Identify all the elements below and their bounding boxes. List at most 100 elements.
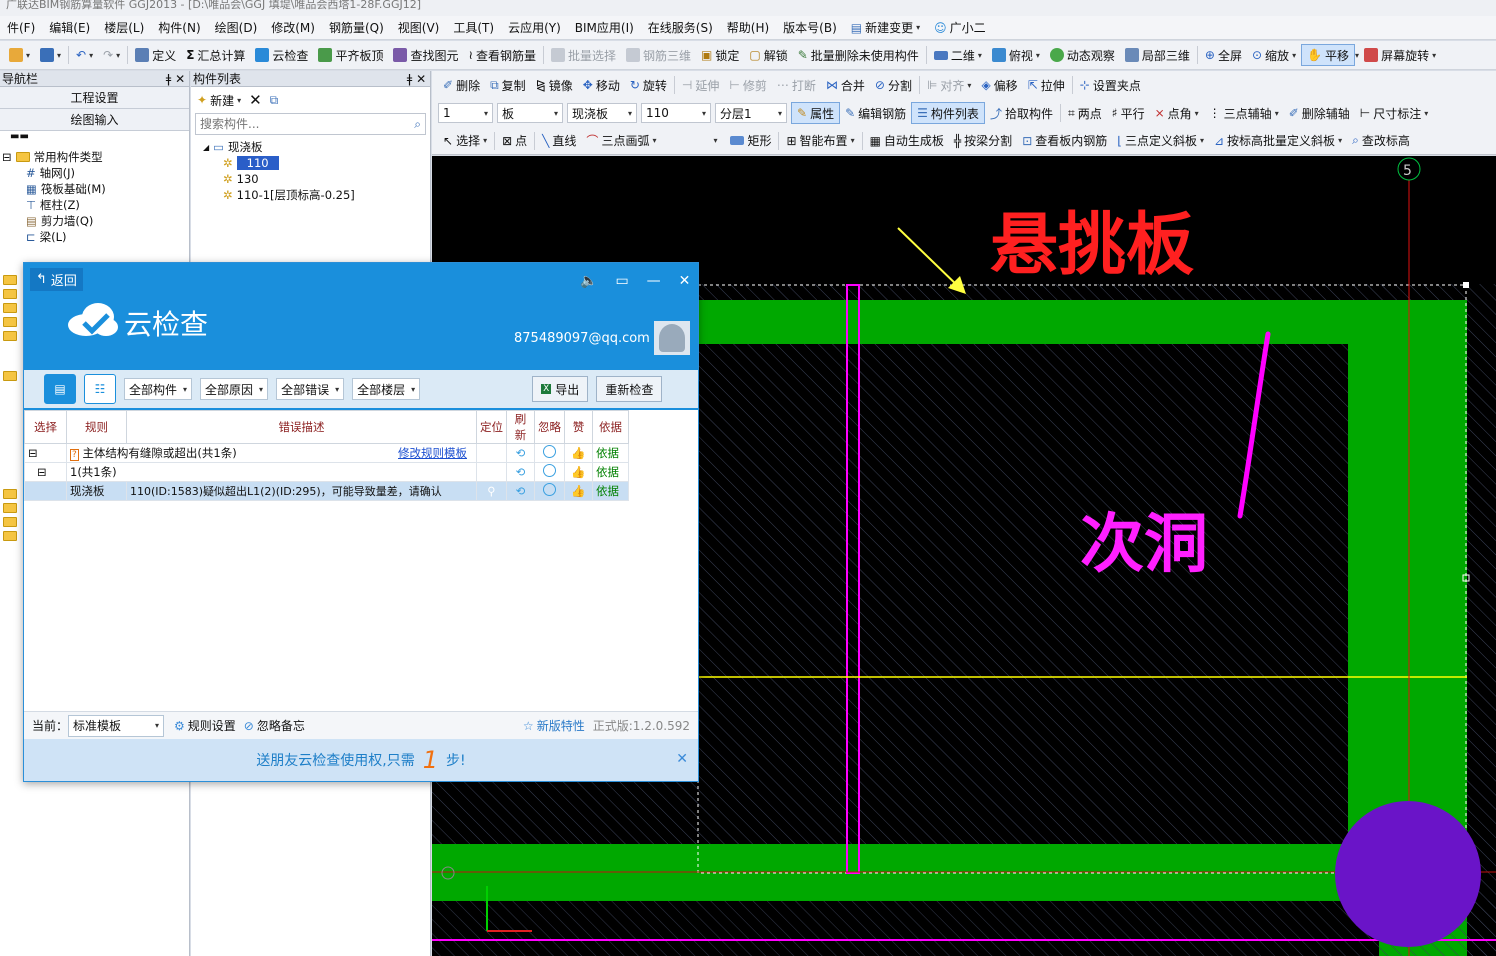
select-button[interactable]: ↖ 选择 ▾ xyxy=(438,130,492,152)
refresh-icon[interactable]: ⟲ xyxy=(506,481,535,501)
copy-icon[interactable]: ⧉ xyxy=(270,93,279,108)
menu-item[interactable]: 绘图(D) xyxy=(208,19,265,36)
promo-banner[interactable]: 送朋友云检查使用权,只需 1 步! ✕ xyxy=(24,739,698,781)
extend-button[interactable]: ⊣ 延伸 xyxy=(677,74,724,96)
basis-link[interactable]: 依据 xyxy=(592,462,629,482)
rect-button[interactable]: 矩形 xyxy=(725,130,776,152)
filter-components[interactable]: 全部构件 ▾ xyxy=(124,378,193,400)
three-point-axis-button[interactable]: ⋮ 三点辅轴 ▾ xyxy=(1204,102,1284,124)
comp-tree-root[interactable]: ◢ ▭ 现浇板 xyxy=(203,139,430,155)
menu-item[interactable]: 构件(N) xyxy=(151,19,207,36)
rules-settings-link[interactable]: 规则设置 xyxy=(188,717,236,734)
draw-mode-select[interactable]: ▾ xyxy=(661,131,721,151)
three-point-slope-button[interactable]: ⌊ 三点定义斜板 ▾ xyxy=(1112,130,1209,152)
back-button[interactable]: ↰ 返回 xyxy=(30,268,83,291)
tab-tree[interactable]: ☷ xyxy=(84,374,116,404)
like-icon[interactable]: 👍 xyxy=(564,443,593,463)
basis-link[interactable]: 依据 xyxy=(592,481,629,501)
ignore-icon[interactable] xyxy=(534,481,565,501)
split-button[interactable]: ⊘ 分割 xyxy=(870,74,917,96)
arc-button[interactable]: ⌒ 三点画弧 ▾ xyxy=(581,130,661,152)
top-view-button[interactable]: 俯视 ▾ xyxy=(987,44,1045,66)
menu-item[interactable]: 云应用(Y) xyxy=(501,19,568,36)
align-button[interactable]: ⊫ 对齐 ▾ xyxy=(922,74,976,96)
rebar-3d-button[interactable]: 钢筋三维 xyxy=(621,44,696,66)
table-row[interactable]: 现浇板 110(ID:1583)疑似超出L1(2)(ID:295)，可能导致量差… xyxy=(24,481,629,501)
collapse-icon[interactable]: ⊟ xyxy=(24,443,67,463)
menu-item[interactable]: 工具(T) xyxy=(446,19,501,36)
avatar[interactable] xyxy=(654,321,690,355)
stretch-button[interactable]: ⇱ 拉伸 xyxy=(1023,74,1070,96)
redo-button[interactable]: ↷ ▾ xyxy=(98,44,125,66)
search-input[interactable] xyxy=(200,117,390,131)
parallel-button[interactable]: ♯ 平行 xyxy=(1107,102,1150,124)
basis-link[interactable]: 依据 xyxy=(592,443,629,463)
check-elevation-button[interactable]: ⌕ 查改标高 xyxy=(1347,130,1415,152)
attribute-button[interactable]: ✎ 属性 xyxy=(791,102,841,124)
filter-reasons[interactable]: 全部原因 ▾ xyxy=(200,378,269,400)
open-button[interactable]: ▾ xyxy=(4,44,35,66)
filter-floors[interactable]: 全部楼层 ▾ xyxy=(352,378,421,400)
menu-item[interactable]: 在线服务(S) xyxy=(641,19,720,36)
table-row[interactable]: ⊟ 1(共1条) ⟲ 👍 依据 xyxy=(24,462,629,482)
local-3d-button[interactable]: 局部三维 xyxy=(1120,44,1195,66)
close-icon[interactable]: ✕ xyxy=(676,751,688,767)
ignore-icon[interactable] xyxy=(534,462,565,482)
ignore-memo-link[interactable]: 忽略备忘 xyxy=(257,717,305,734)
find-button[interactable]: 查找图元 xyxy=(388,44,463,66)
component-select[interactable]: 110 ▾ xyxy=(641,103,711,123)
search-icon[interactable]: ⌕ xyxy=(414,117,421,132)
menu-item[interactable]: 帮助(H) xyxy=(720,19,776,36)
collapse-icon[interactable]: ⊟ xyxy=(24,462,67,482)
refresh-icon[interactable]: ⟲ xyxy=(506,443,535,463)
like-icon[interactable]: 👍 xyxy=(564,462,593,482)
table-row[interactable]: ⊟ ? 主体结构有缝隙或超出(共1条) 修改规则模板 ⟲ 👍 依据 xyxy=(24,443,629,463)
template-select[interactable]: 标准模板 ▾ xyxy=(68,714,165,737)
tree-item-raft[interactable]: ▦ 筏板基础(M) xyxy=(2,181,189,197)
view-slab-rebar-button[interactable]: ⊡ 查看板内钢筋 xyxy=(1017,130,1112,152)
floor-select[interactable]: 1 ▾ xyxy=(438,103,493,123)
tree-item-axis[interactable]: # 轴网(J) xyxy=(2,165,189,181)
tree-item-beam[interactable]: ⊏ 梁(L) xyxy=(2,229,189,245)
batch-select-button[interactable]: 批量选择 xyxy=(546,44,621,66)
pin-close-icons[interactable]: ǂ ✕ xyxy=(407,71,430,86)
mirror-button[interactable]: ⧎ 镜像 xyxy=(531,74,578,96)
comp-item-110-1[interactable]: ✲ 110-1[层顶标高-0.25] xyxy=(203,187,430,203)
ignore-icon[interactable] xyxy=(534,443,565,463)
like-icon[interactable]: 👍 xyxy=(564,481,593,501)
delete-button[interactable]: ✐ 删除 xyxy=(438,74,485,96)
delete-axis-button[interactable]: ✐ 删除辅轴 xyxy=(1284,102,1355,124)
split-by-beam-button[interactable]: ╬ 按梁分割 xyxy=(949,130,1017,152)
copy-button[interactable]: ⧉ 复制 xyxy=(485,74,531,96)
filter-errors[interactable]: 全部错误 ▾ xyxy=(276,378,345,400)
type-select[interactable]: 板 ▾ xyxy=(497,103,563,123)
subtype-select[interactable]: 现浇板 ▾ xyxy=(567,103,637,123)
auto-slab-button[interactable]: ▦ 自动生成板 xyxy=(865,130,949,152)
pick-button[interactable]: ⤴ 拾取构件 xyxy=(985,102,1058,124)
flat-top-button[interactable]: 平齐板顶 xyxy=(313,44,388,66)
lock-button[interactable]: ▣ 锁定 xyxy=(696,44,744,66)
dimension-button[interactable]: ⊢ 尺寸标注 ▾ xyxy=(1355,102,1433,124)
tree-item-wall[interactable]: ▤ 剪力墙(Q) xyxy=(2,213,189,229)
comp-item-130[interactable]: ✲ 130 xyxy=(203,171,430,187)
menu-item[interactable]: 视图(V) xyxy=(391,19,447,36)
view-rebar-button[interactable]: ≀ 查看钢筋量 xyxy=(463,44,541,66)
new-features-link[interactable]: 新版特性 xyxy=(537,717,585,734)
menu-item[interactable]: 钢筋量(Q) xyxy=(322,19,391,36)
layer-select[interactable]: 分层1 ▾ xyxy=(715,103,787,123)
batch-slope-button[interactable]: ⊿ 按标高批量定义斜板 ▾ xyxy=(1209,130,1347,152)
dynamic-view-button[interactable]: 动态观察 xyxy=(1045,44,1120,66)
cloud-check-button[interactable]: 云检查 xyxy=(250,44,313,66)
screen-rotate-button[interactable]: 屏幕旋转 ▾ xyxy=(1359,44,1441,66)
speaker-icon[interactable]: 🔈 xyxy=(580,273,597,289)
new-component-button[interactable]: ✦ 新建 ▾ xyxy=(197,89,241,111)
smart-layout-button[interactable]: ⊞ 智能布置 ▾ xyxy=(781,130,859,152)
tree-root[interactable]: ⊟ 常用构件类型 xyxy=(2,149,189,165)
tab-list[interactable]: ▤ xyxy=(44,374,76,404)
grip-handle[interactable] xyxy=(1463,282,1469,288)
two-d-button[interactable]: 二维 ▾ xyxy=(929,44,987,66)
undo-button[interactable]: ↶ ▾ xyxy=(71,44,98,66)
component-list-button[interactable]: ☰ 构件列表 xyxy=(911,102,985,124)
menu-item[interactable]: BIM应用(I) xyxy=(568,19,641,36)
refresh-icon[interactable]: ⟲ xyxy=(506,462,535,482)
